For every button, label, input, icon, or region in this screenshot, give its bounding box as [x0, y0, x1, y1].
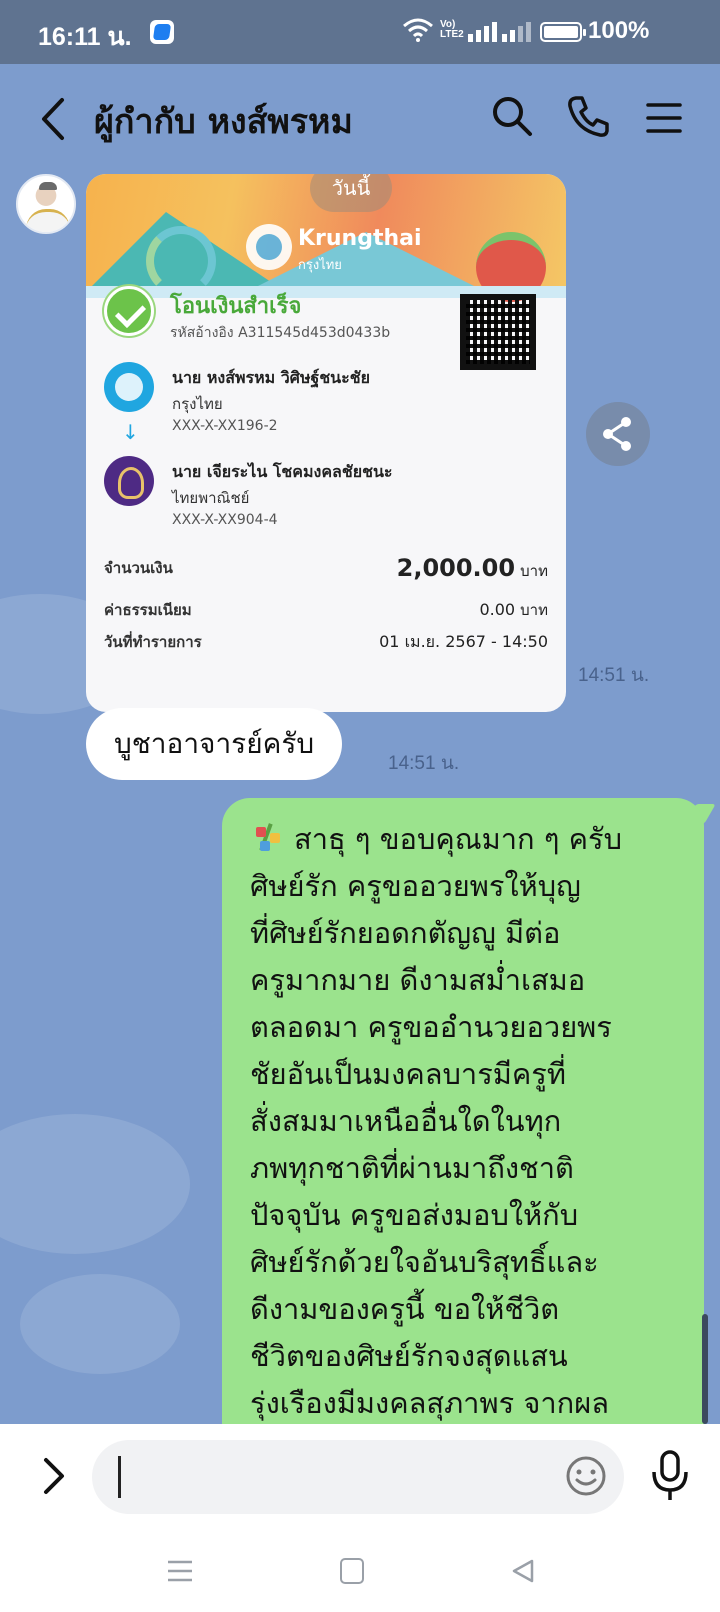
fee-unit: บาท — [520, 601, 548, 619]
wifi-icon — [403, 18, 433, 42]
battery-icon — [540, 22, 586, 42]
bank-brand: Krungthai — [298, 226, 422, 251]
message-line: ภพทุกชาติที่ผ่านมาถึงชาติ — [250, 1151, 574, 1185]
system-nav-bar — [0, 1528, 720, 1612]
sender-name: นาย หงส์พรหม วิศิษฐ์ชนะชัย — [172, 368, 370, 387]
message-line: ที่ศิษย์รักยอดกตัญญู มีต่อ — [250, 916, 561, 950]
app-notification-icon — [150, 20, 174, 44]
back-arrow-icon[interactable] — [34, 94, 74, 144]
share-icon[interactable] — [586, 402, 650, 466]
text-caret — [118, 1456, 121, 1498]
arrow-down-icon: ↓ — [122, 420, 139, 444]
recent-apps-icon[interactable] — [166, 1558, 194, 1584]
message-line: สั่งสมมาเหนืออื่นใดในทุก — [250, 1104, 562, 1138]
emoji-icon[interactable] — [564, 1454, 608, 1498]
krungthai-bank-icon — [104, 362, 154, 412]
transfer-slip-image[interactable]: Krungthai กรุงไทย โอนเงินสำเร็จ รหัสอ้าง… — [86, 174, 566, 712]
date-label: วันที่ทำรายการ — [104, 633, 202, 651]
chat-area[interactable]: Krungthai กรุงไทย โอนเงินสำเร็จ รหัสอ้าง… — [0, 174, 720, 1424]
receiver-bank: ไทยพาณิชย์ — [172, 489, 250, 507]
message-line: ดีงามของครูนี้ ขอให้ชีวิต — [250, 1292, 560, 1326]
krungthai-logo-icon — [246, 224, 292, 270]
fee-label: ค่าธรรมเนียม — [104, 601, 192, 619]
menu-icon[interactable] — [646, 100, 682, 136]
battery-percent: 100% — [588, 17, 650, 44]
scb-bank-icon — [104, 456, 154, 506]
amount-row: 2,000.00 บาท — [397, 554, 548, 583]
message-line: ชัยอันเป็นมงคลบารมีครูที่ — [250, 1057, 566, 1091]
amount-unit: บาท — [520, 562, 548, 580]
outgoing-message[interactable]: สาธุ ๆ ขอบคุณมาก ๆ ครับ ศิษย์รัก ครูขออว… — [222, 798, 704, 1424]
qr-code-icon — [460, 294, 536, 370]
input-bar — [0, 1424, 720, 1528]
status-time: 16:11 น. — [38, 23, 132, 51]
date-value: 01 เม.ย. 2567 - 14:50 — [379, 632, 548, 651]
volte-bottom-label: LTE2 — [440, 29, 464, 40]
message-line: ครูมากมาย ดีงามสม่ำเสมอ — [250, 963, 586, 997]
slip-time: 14:51 น. — [578, 665, 650, 686]
fee-value: 0.00 — [479, 600, 516, 619]
fee-row: 0.00 บาท — [479, 598, 548, 622]
sender-bank: กรุงไทย — [172, 395, 223, 413]
back-triangle-icon[interactable] — [510, 1558, 536, 1584]
message-input[interactable] — [92, 1440, 624, 1514]
message-line: ปัจจุบัน ครูขอส่งมอบให้กับ — [250, 1198, 579, 1232]
date-divider: วันนี้ — [310, 174, 392, 212]
microphone-icon[interactable] — [648, 1448, 692, 1504]
message-line: รุ่งเรืองมีมงคลสุภาพร จากผล — [250, 1386, 609, 1420]
receiver-name: นาย เจียระไน โชคมงคลชัยชนะ — [172, 462, 393, 481]
slip-reference: รหัสอ้างอิง A311545d453d0433b — [170, 325, 391, 341]
volte-icon: Vo) LTE2 — [440, 20, 464, 40]
home-icon[interactable] — [340, 1558, 364, 1584]
message-line: ชีวิตของศิษย์รักจงสุดแสน — [250, 1339, 568, 1373]
incoming-message-time: 14:51 น. — [388, 753, 460, 774]
tanabata-tree-icon — [250, 821, 282, 853]
signal-2-icon — [502, 22, 531, 42]
receiver-account: XXX-X-XX904-4 — [172, 512, 278, 528]
chat-scrollbar[interactable] — [702, 1314, 708, 1424]
status-bar: 16:11 น. Vo) LTE2 100% — [0, 0, 720, 64]
chat-header: ผู้กำกับ หงส์พรหม — [0, 64, 720, 174]
message-line-text: สาธุ ๆ ขอบคุณมาก ๆ ครับ — [294, 822, 623, 856]
incoming-message[interactable]: บูชาอาจารย์ครับ — [86, 708, 343, 780]
search-icon[interactable] — [490, 94, 534, 138]
phone-icon[interactable] — [566, 94, 610, 138]
slip-status: โอนเงินสำเร็จ — [170, 294, 302, 319]
message-line: ศิษย์รักด้วยใจอันบริสุทธิ์และ — [250, 1245, 599, 1279]
sender-account: XXX-X-XX196-2 — [172, 418, 278, 434]
message-line: ตลอดมา ครูขออำนวยอวยพร — [250, 1010, 612, 1044]
success-check-icon — [104, 286, 154, 336]
bank-brand-th: กรุงไทย — [298, 258, 342, 273]
chat-title: ผู้กำกับ หงส์พรหม — [94, 102, 353, 142]
message-line: ศิษย์รัก ครูขออวยพรให้บุญ — [250, 869, 581, 903]
amount-label: จำนวนเงิน — [104, 559, 173, 577]
signal-1-icon — [468, 22, 497, 42]
contact-avatar[interactable] — [16, 174, 76, 234]
expand-icon[interactable] — [36, 1454, 72, 1498]
message-line: สาธุ ๆ ขอบคุณมาก ๆ ครับ — [250, 816, 678, 863]
amount-value: 2,000.00 — [396, 554, 516, 582]
